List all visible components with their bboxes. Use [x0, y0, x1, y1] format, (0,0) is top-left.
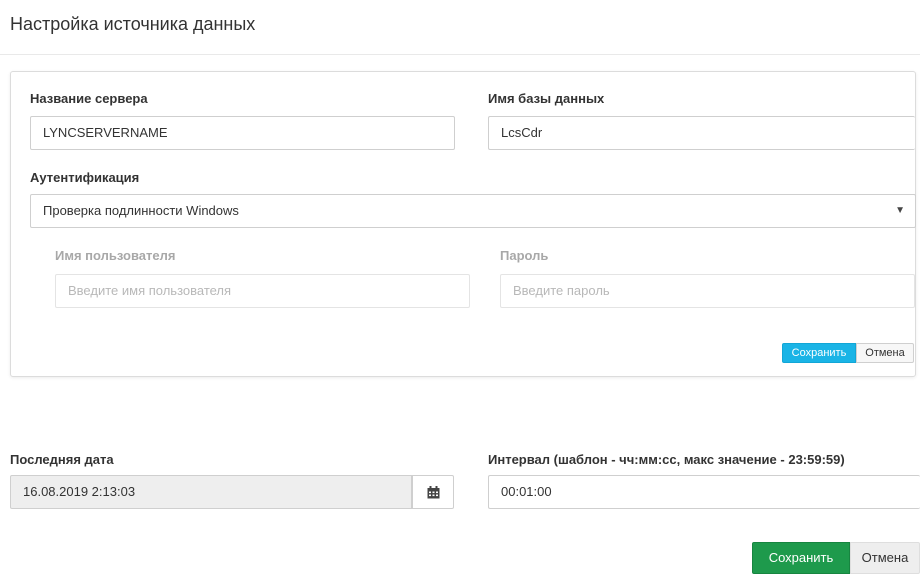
interval-input[interactable]: 00:01:00 [488, 475, 920, 509]
interval-label: Интервал (шаблон - чч:мм:сс, макс значен… [488, 452, 845, 467]
username-input[interactable]: Введите имя пользователя [55, 274, 470, 308]
header-divider [0, 54, 920, 55]
password-input[interactable]: Введите пароль [500, 274, 915, 308]
save-button[interactable]: Сохранить [752, 542, 850, 574]
database-name-label: Имя базы данных [488, 91, 605, 106]
panel-cancel-button[interactable]: Отмена [856, 343, 914, 363]
dialog-title: Настройка источника данных [10, 14, 256, 34]
password-label: Пароль [500, 248, 549, 263]
auth-select-value: Проверка подлинности Windows [43, 203, 239, 218]
database-name-input[interactable]: LcsCdr [488, 116, 915, 150]
auth-label: Аутентификация [30, 170, 140, 185]
auth-select[interactable]: Проверка подлинности Windows ▼ [30, 194, 916, 228]
caret-down-icon: ▼ [895, 205, 905, 216]
server-name-input[interactable]: LYNCSERVERNAME [30, 116, 455, 150]
last-date-label: Последняя дата [10, 452, 114, 467]
calendar-icon [427, 485, 439, 498]
last-date-input[interactable]: 16.08.2019 2:13:03 [10, 475, 412, 509]
server-name-label: Название сервера [30, 91, 148, 106]
cancel-button[interactable]: Отмена [850, 542, 920, 574]
calendar-button[interactable] [412, 475, 454, 509]
username-label: Имя пользователя [55, 248, 176, 263]
panel-save-button[interactable]: Сохранить [782, 343, 856, 363]
data-source-panel: Название сервера LYNCSERVERNAME Имя базы… [10, 71, 916, 377]
